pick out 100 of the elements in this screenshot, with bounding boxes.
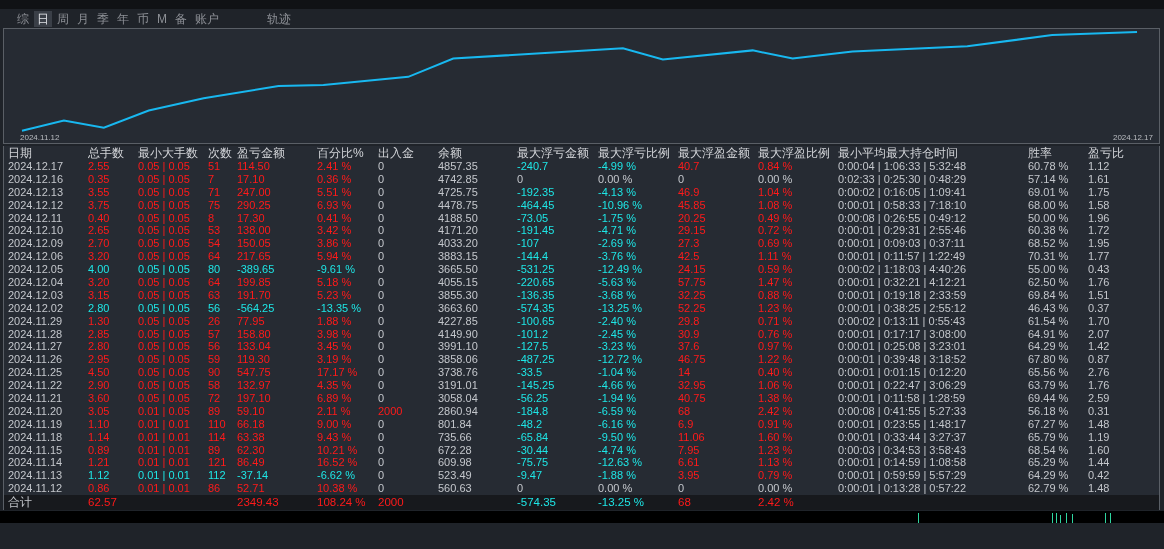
cashflow-cell-text: 0 [378,314,386,328]
trades-cell-text: 58 [208,379,222,393]
trace-tab[interactable]: 轨迹 [264,10,294,27]
lots-cell-text: 3.20 [88,250,111,264]
profit-ratio-cell-text: 1.70 [1088,314,1111,328]
balance-cell-text: 4033.20 [438,237,479,251]
period-tab[interactable]: 年 [114,10,132,27]
cashflow-cell-text: 0 [378,160,386,173]
start-date-label: 2024.11.12 [20,133,60,142]
profit-cell-text: 77.95 [237,314,266,328]
drawdown-pct-cell-text: -4.13 % [598,185,637,199]
profit-ratio-cell-text: 2.59 [1088,392,1111,405]
cashflow-cell-text: 0 [378,276,386,289]
profit-cell-text: 62.30 [237,443,266,457]
drawdown-cell-text: -48.2 [517,417,544,431]
float-profit-pct-cell-text: 1.08 % [758,198,794,212]
percent-cell-text: -13.35 % [317,301,363,315]
drawdown-cell-text: -145.25 [517,379,556,393]
hold-time-cell-text: 0:00:01 | 0:14:59 | 1:08:58 [838,456,968,470]
lot-range-cell-text: 0.01 | 0.01 [138,469,191,483]
win-rate-cell-text: 64.29 % [1028,340,1070,354]
cashflow-cell-text: 0 [378,417,386,431]
win-rate-cell-text: 63.79 % [1028,379,1070,393]
balance-cell-text: 4055.15 [438,276,479,289]
float-profit-pct-cell-text: 0.88 % [758,288,794,302]
drawdown-cell-text: -464.45 [517,198,556,212]
total-label: 合计 [8,495,33,511]
balance-cell-text: 3858.06 [438,353,479,367]
lot-range-cell-text: 0.05 | 0.05 [138,237,191,251]
float-profit-cell-text: 11.06 [678,430,706,444]
period-tab[interactable]: 日 [34,10,52,27]
drawdown-cell-text: -144.4 [517,250,550,264]
profit-ratio-cell-text: 1.42 [1088,340,1111,354]
cashflow-cell-text: 2000 [378,404,404,418]
lots-cell-text: 2.70 [88,237,111,251]
hold-time-cell-text: 0:00:02 | 1:18:03 | 4:40:26 [838,263,968,277]
lot-range-cell-text: 0.05 | 0.05 [138,250,191,264]
profit-ratio-cell-text: 1.51 [1088,288,1111,302]
float-profit-cell-text: 6.9 [678,417,695,431]
cashflow-cell-text: 0 [378,366,386,380]
cashflow-cell-text: 0 [378,482,386,496]
period-tab[interactable]: 币 [134,10,152,27]
float-profit-pct-cell-text: 0.71 % [758,314,794,328]
float-profit-cell-text: 3.95 [678,469,701,483]
float-profit-pct-cell-text: 0.72 % [758,224,794,238]
drawdown-pct-cell-text: -2.45 % [598,327,637,341]
trades-cell-text: 8 [208,211,216,225]
profit-cell-text: 217.65 [237,250,272,264]
period-tab[interactable]: 备 [172,10,190,27]
float-profit-cell-text: 0 [678,172,686,186]
hold-time-cell-text: 0:00:01 | 0:29:31 | 2:55:46 [838,224,968,238]
total-cashflow-cell-text: 2000 [378,495,405,511]
balance-cell-text: 4725.75 [438,185,479,199]
trades-cell-text: 56 [208,301,222,315]
date-cell-text: 2024.11.21 [8,392,64,405]
date-cell-text: 2024.12.16 [8,172,65,186]
period-tab[interactable]: 账户 [192,10,222,27]
drawdown-pct-cell-text: -1.04 % [598,366,637,380]
period-tab[interactable]: M [154,10,170,27]
drawdown-pct-cell-text: -3.76 % [598,250,637,264]
profit-ratio-cell-text: 1.76 [1088,276,1111,289]
cashflow-cell-text: 0 [378,250,386,264]
trades-cell-text: 89 [208,404,222,418]
trades-cell-text: 51 [208,160,222,173]
lot-range-cell-text: 0.01 | 0.01 [138,443,191,457]
lot-range-cell-text: 0.05 | 0.05 [138,366,191,380]
win-rate-cell-text: 50.00 % [1028,211,1070,225]
lots-cell-text: 2.55 [88,160,111,173]
trades-cell-text: 89 [208,443,222,457]
period-tab[interactable]: 季 [94,10,112,27]
period-tab[interactable]: 综 [14,10,32,27]
trades-cell-text: 64 [208,276,222,289]
balance-cell-text: 4149.90 [438,327,479,341]
drawdown-pct-cell-text: -2.40 % [598,314,637,328]
drawdown-pct-cell-text: -2.69 % [598,237,637,251]
profit-cell-text: 66.18 [237,417,266,431]
lot-range-cell-text: 0.05 | 0.05 [138,314,191,328]
date-cell-text: 2024.11.14 [8,456,64,470]
balance-cell-text: 4227.85 [438,314,479,328]
period-tab[interactable]: 月 [74,10,92,27]
column-header: 余额 [438,146,463,160]
column-header: 日期 [8,146,33,160]
hold-time-cell-text: 0:00:01 | 0:17:17 | 3:08:00 [838,327,968,341]
lots-cell-text: 2.90 [88,379,111,393]
lots-cell-text: 1.30 [88,314,111,328]
balance-cell-text: 523.49 [438,469,473,483]
profit-cell-text: 133.04 [237,340,272,354]
percent-cell-text: 3.98 % [317,327,353,341]
profit-cell-text: 547.75 [237,366,272,380]
hold-time-cell-text: 0:00:01 | 0:32:21 | 4:12:21 [838,276,968,289]
hold-time-cell-text: 0:00:01 | 0:25:08 | 3:23:01 [838,340,968,354]
period-tab[interactable]: 周 [54,10,72,27]
drawdown-pct-cell-text: -3.23 % [598,340,637,354]
cashflow-cell-text: 0 [378,288,386,302]
date-cell-text: 2024.11.22 [8,379,64,393]
hold-time-cell-text: 0:00:08 | 0:26:55 | 0:49:12 [838,211,968,225]
trades-cell-text: 75 [208,198,222,212]
cashflow-cell-text: 0 [378,469,386,483]
lots-cell-text: 0.86 [88,482,111,496]
drawdown-cell-text: -9.47 [517,469,544,483]
